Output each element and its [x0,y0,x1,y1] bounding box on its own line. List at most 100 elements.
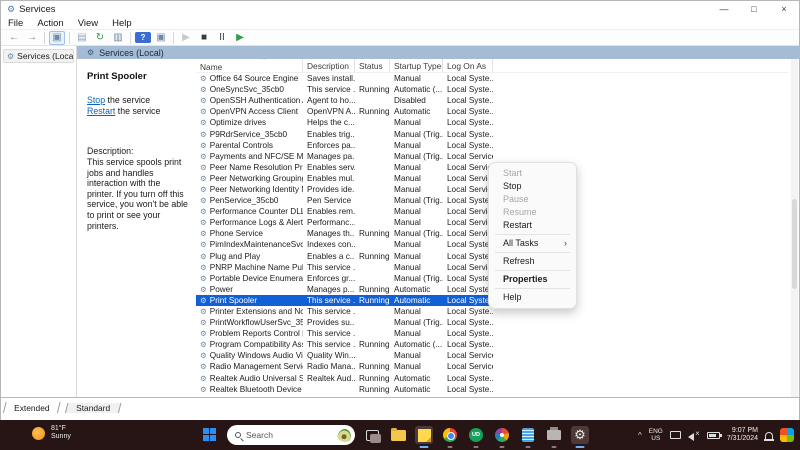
table-row[interactable]: ⚙OpenVPN Access ClientOpenVPN A...Runnin… [196,106,493,117]
services-window: ⚙ Services — □ × FileActionViewHelp ←→▣▤… [0,0,800,420]
restart-service-icon[interactable]: ▶ [232,31,248,45]
task-view-icon[interactable] [363,426,381,444]
close-button[interactable]: × [769,1,799,17]
table-row[interactable]: ⚙Phone ServiceManages th...RunningManual… [196,228,493,239]
refresh-icon[interactable]: ↻ [92,31,108,45]
service-icon: ⚙ [200,374,207,383]
restart-service-link[interactable]: Restart [87,106,115,116]
table-row[interactable]: ⚙OneSyncSvc_35cb0This service ...Running… [196,84,493,95]
context-menu-item-help[interactable]: Help [489,291,576,304]
menu-help[interactable]: Help [105,18,139,29]
file-explorer-icon[interactable] [389,426,407,444]
toolbar-separator [173,32,174,44]
context-menu-item-refresh[interactable]: Refresh [489,255,576,268]
service-icon: ⚙ [200,285,207,294]
table-row[interactable]: ⚙Optimize drivesHelps the c...ManualLoca… [196,117,493,128]
ud-green-app-icon[interactable]: UD [467,426,485,444]
vertical-scrollbar[interactable] [791,59,798,397]
stop-service-icon[interactable]: ■ [196,31,212,45]
table-row[interactable]: ⚙Performance Logs & AlertsPerformanc...M… [196,217,493,228]
table-row[interactable]: ⚙PenService_35cb0Pen ServiceManual (Trig… [196,195,493,206]
table-row[interactable]: ⚙Parental ControlsEnforces pa...ManualLo… [196,140,493,151]
start-button[interactable] [201,426,219,444]
service-log-on-as: Local Syste... [443,118,493,127]
printer-app-icon[interactable] [545,426,563,444]
clock-widget[interactable]: 9:07 PM 7/31/2024 [727,427,758,444]
table-row[interactable]: ⚙PimIndexMaintenanceSvc_...Indexes con..… [196,239,493,250]
service-startup-type: Automatic (... [390,85,443,94]
table-row[interactable]: ⚙PowerManages p...RunningAutomaticLocal … [196,284,493,295]
table-row[interactable]: ⚙OpenSSH Authentication A...Agent to ho.… [196,95,493,106]
table-row[interactable]: ⚙Plug and PlayEnables a c...RunningManua… [196,251,493,262]
table-row[interactable]: ⚙Payments and NFC/SE Man...Manages pa...… [196,151,493,162]
forward-icon[interactable]: → [24,31,40,45]
notepad-icon[interactable] [519,426,537,444]
description-text: This service spools print jobs and handl… [87,157,188,231]
table-row[interactable]: ⚙PrintWorkflowUserSvc_35cb0Provides su..… [196,317,493,328]
table-row[interactable]: ⚙Program Compatibility Assi...This servi… [196,339,493,350]
column-header-status[interactable]: Status [355,59,390,72]
context-menu-item-properties[interactable]: Properties [489,273,576,286]
service-startup-type: Manual (Trig... [390,274,443,283]
service-startup-type: Manual [390,240,443,249]
table-row[interactable]: ⚙Portable Device Enumerator...Enforces g… [196,273,493,284]
sunny-weather-icon [32,427,45,440]
table-row[interactable]: ⚙Radio Management ServiceRadio Mana...Ru… [196,361,493,372]
column-header-log-on-as[interactable]: Log On As [443,59,493,72]
search-box[interactable]: Search [227,425,355,445]
table-row[interactable]: ⚙Problem Reports Control Pa...This servi… [196,328,493,339]
battery-icon[interactable] [707,432,720,439]
table-row[interactable]: ⚙Quality Windows Audio Vid...Quality Win… [196,350,493,361]
table-row[interactable]: ⚙P9RdrService_35cb0Enables trig...Manual… [196,128,493,139]
table-row[interactable]: ⚙PNRP Machine Name Publi...This service … [196,262,493,273]
pause-service-icon[interactable]: II [214,31,230,45]
context-menu-item-all-tasks[interactable]: All Tasks› [489,237,576,250]
service-description: Manages p... [303,285,355,294]
properties-icon[interactable]: ▤ [74,31,90,45]
menu-action[interactable]: Action [30,18,70,29]
weather-widget[interactable]: 81°F Sunny [32,425,71,441]
restart-service-line: Restart the service [87,106,188,117]
column-header-description[interactable]: Description [303,59,355,72]
table-row[interactable]: ⚙Peer Networking GroupingEnables mul...M… [196,173,493,184]
show-console-tree-icon[interactable]: ▣ [49,31,65,45]
service-name: Realtek Bluetooth Device M... [210,385,303,394]
export-list-icon[interactable]: ▥ [110,31,126,45]
console-window-icon[interactable]: ▣ [153,31,169,45]
context-menu-item-stop[interactable]: Stop [489,180,576,193]
column-header-name[interactable]: ^Name [196,59,303,72]
start-service-icon[interactable]: ▶ [178,31,194,45]
back-icon[interactable]: ← [6,31,22,45]
minimize-button[interactable]: — [709,1,739,17]
table-row[interactable]: ⚙Realtek Bluetooth Device M...RunningAut… [196,384,493,395]
table-row[interactable]: ⚙Realtek Audio Universal Ser...Realtek A… [196,373,493,384]
display-icon[interactable] [670,431,681,439]
table-row[interactable]: ⚙Performance Counter DLL ...Enables rem.… [196,206,493,217]
widgets-icon[interactable] [780,428,794,442]
tree-node-services-local[interactable]: ⚙ Services (Local) [3,49,74,63]
stop-service-link[interactable]: Stop [87,95,105,105]
table-row[interactable]: ⚙Printer Extensions and Notif...This ser… [196,306,493,317]
pinwheel-app-icon[interactable] [493,426,511,444]
menu-file[interactable]: File [1,18,30,29]
column-header-startup-type[interactable]: Startup Type [390,59,443,72]
maximize-button[interactable]: □ [739,1,769,17]
muted-speaker-icon[interactable] [688,431,700,440]
table-row[interactable]: ⚙Peer Name Resolution Prot...Enables ser… [196,162,493,173]
scrollbar-thumb[interactable] [792,199,797,289]
language-indicator[interactable]: ENG US [649,428,663,442]
table-row[interactable]: ⚙Print SpoolerThis service ...RunningAut… [196,295,493,306]
service-status: Running [355,107,390,116]
notification-bell-icon[interactable] [765,432,773,439]
context-menu-item-restart[interactable]: Restart [489,219,576,232]
tray-overflow-chevron-icon[interactable]: ^ [638,431,642,440]
selected-service-name: Print Spooler [87,71,188,82]
sticky-notes-icon[interactable] [415,426,433,444]
menu-view[interactable]: View [71,18,105,29]
table-row[interactable]: ⚙Office 64 Source EngineSaves install...… [196,73,493,84]
chrome-icon[interactable] [441,426,459,444]
settings-gear-icon[interactable]: ⚙ [571,426,589,444]
help-icon[interactable]: ? [135,32,151,43]
service-name: Peer Name Resolution Prot... [210,163,303,172]
table-row[interactable]: ⚙Peer Networking Identity M...Provides i… [196,184,493,195]
